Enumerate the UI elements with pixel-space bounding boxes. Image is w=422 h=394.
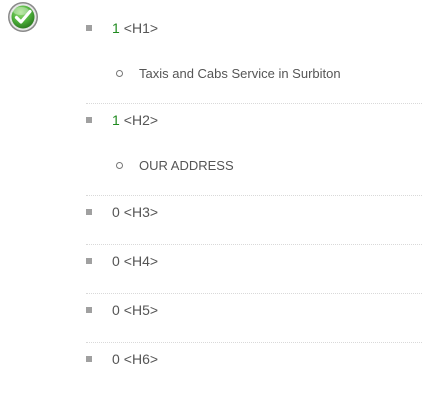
heading-structure-list: 1 <H1> Taxis and Cabs Service in Surbito… xyxy=(86,12,422,391)
heading-row-h1: 1 <H1> Taxis and Cabs Service in Surbito… xyxy=(86,12,422,104)
heading-tag: <H6> xyxy=(123,351,159,367)
square-bullet-icon xyxy=(86,25,92,31)
heading-count: 0 xyxy=(112,302,120,318)
heading-count: 0 xyxy=(112,204,120,220)
square-bullet-icon xyxy=(86,258,92,264)
heading-count: 1 xyxy=(112,20,120,36)
heading-row-h2: 1 <H2> OUR ADDRESS xyxy=(86,104,422,196)
heading-row-h6: 0 <H6> xyxy=(86,343,422,391)
heading-text-item: OUR ADDRESS xyxy=(116,155,234,175)
heading-tag: <H3> xyxy=(123,204,159,220)
heading-count: 1 xyxy=(112,112,120,128)
heading-tag: <H2> xyxy=(123,112,159,128)
heading-tag: <H1> xyxy=(123,20,159,36)
heading-text: Taxis and Cabs Service in Surbiton xyxy=(139,65,341,81)
heading-count: 0 xyxy=(112,351,120,367)
heading-count: 0 xyxy=(112,253,120,269)
square-bullet-icon xyxy=(86,307,92,313)
square-bullet-icon xyxy=(86,209,92,215)
square-bullet-icon xyxy=(86,356,92,362)
heading-row-h5: 0 <H5> xyxy=(86,294,422,343)
check-circle-icon xyxy=(8,2,38,32)
square-bullet-icon xyxy=(86,117,92,123)
heading-text: OUR ADDRESS xyxy=(139,157,234,173)
heading-row-h4: 0 <H4> xyxy=(86,245,422,294)
heading-tag: <H5> xyxy=(123,302,159,318)
circle-bullet-icon xyxy=(116,161,123,169)
heading-row-h3: 0 <H3> xyxy=(86,196,422,245)
circle-bullet-icon xyxy=(116,69,123,77)
heading-text-item: Taxis and Cabs Service in Surbiton xyxy=(116,63,341,83)
heading-tag: <H4> xyxy=(123,253,159,269)
